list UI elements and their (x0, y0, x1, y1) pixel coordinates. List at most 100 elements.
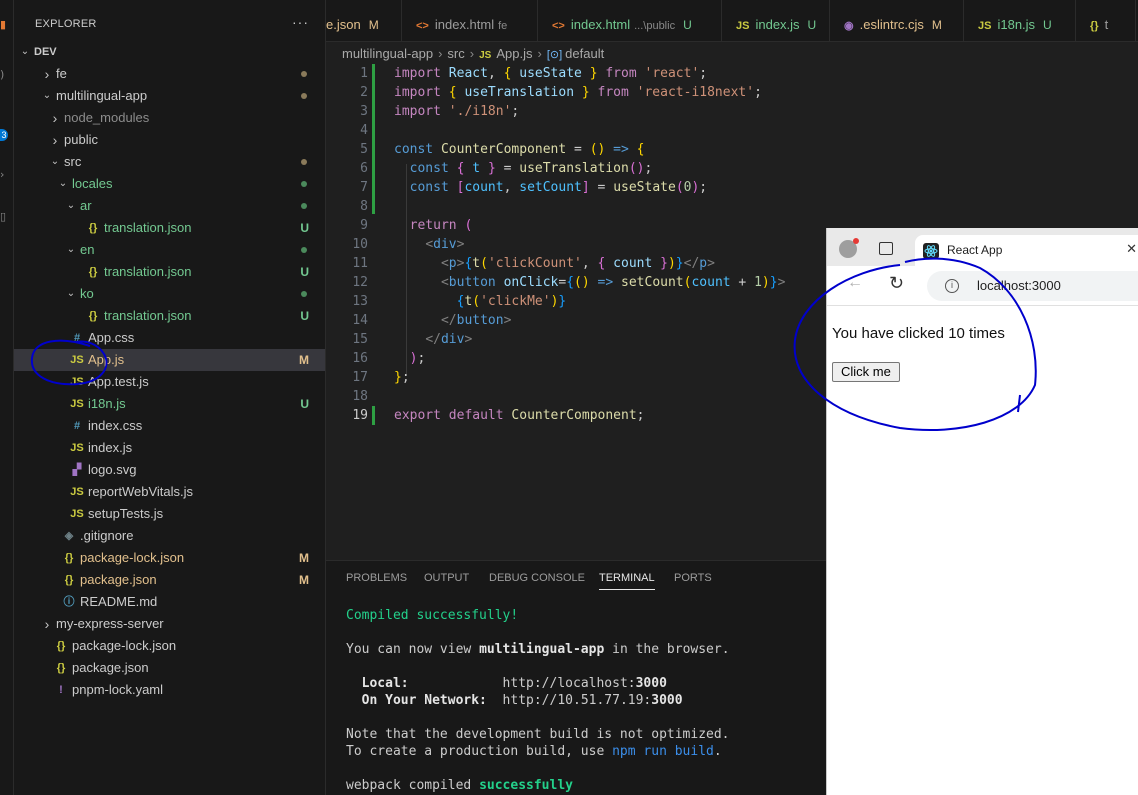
tree-file[interactable]: {} package.json M (14, 569, 325, 591)
site-info-icon[interactable]: i (945, 279, 959, 293)
react-logo-icon (923, 243, 939, 259)
tab-problems[interactable]: PROBLEMS (346, 572, 407, 590)
line-number: 14 (352, 313, 368, 328)
network-url[interactable]: http://10.51.77.19: (503, 693, 652, 708)
breadcrumb-folder[interactable]: src (447, 46, 464, 61)
tree-folder[interactable]: ⌄ multilingual-app (14, 85, 325, 107)
line-number: 17 (352, 370, 368, 385)
local-url[interactable]: http://localhost: (503, 676, 636, 691)
run-activity-icon[interactable]: › (0, 168, 8, 181)
tree-file[interactable]: JS index.js (14, 437, 325, 459)
breadcrumb-symbol[interactable]: default (565, 46, 604, 61)
tree-folder[interactable]: ⌄ DEV (14, 41, 325, 63)
tree-folder[interactable]: ⌄ locales (14, 173, 325, 195)
chevron-down-icon: ⌄ (66, 200, 76, 211)
editor-tab[interactable]: <> index.html fe (402, 0, 538, 42)
tree-file[interactable]: JS App.test.js (14, 371, 325, 393)
tree-item-label: .gitignore (80, 528, 134, 543)
eslint-file-icon: ◉ (844, 20, 854, 32)
tree-file[interactable]: # App.css (14, 327, 325, 349)
js-file-icon: JS (978, 20, 992, 32)
line-number: 19 (352, 408, 368, 423)
url-field[interactable]: i localhost:3000 (927, 271, 1138, 301)
chevron-down-icon: ⌄ (66, 244, 76, 255)
tree-folder[interactable]: › node_modules (14, 107, 325, 129)
tree-file[interactable]: JS setupTests.js (14, 503, 325, 525)
tab-debug-console[interactable]: DEBUG CONSOLE (489, 572, 585, 590)
tree-folder[interactable]: ⌄ src (14, 151, 325, 173)
tree-file[interactable]: ◈ .gitignore (14, 525, 325, 547)
screen: ▮ ) 3 › ▯ EXPLORER ··· ⌄ DEV › fe ⌄ multiling… (0, 0, 1138, 795)
tab-terminal[interactable]: TERMINAL (599, 572, 655, 590)
search-activity-icon[interactable]: ) (0, 68, 8, 81)
js-file-icon: JS (70, 508, 84, 520)
close-icon[interactable]: ✕ (1126, 241, 1137, 257)
text: . (713, 744, 722, 759)
tree-item-label: logo.svg (88, 462, 137, 477)
explorer-title: EXPLORER (35, 18, 97, 30)
gutter-added-marker (372, 406, 375, 425)
tree-file[interactable]: {} translation.json U (14, 305, 325, 327)
code-editor[interactable]: import React, { useState } from 'react';… (326, 64, 826, 559)
tree-file[interactable]: {} translation.json U (14, 217, 325, 239)
tree-file[interactable]: # index.css (14, 415, 325, 437)
code-line: <button onClick={() => setCount(count + … (440, 275, 786, 290)
tab-output[interactable]: OUTPUT (424, 572, 469, 590)
yaml-file-icon: ! (59, 684, 63, 696)
tree-item-label: App.js (88, 352, 125, 367)
chevron-down-icon: ⌄ (66, 288, 76, 299)
reload-icon[interactable]: ↻ (889, 273, 904, 294)
tree-file[interactable]: ! pnpm-lock.yaml (14, 679, 325, 701)
gutter-added-marker (372, 64, 375, 214)
extensions-activity-icon[interactable]: ▯ (0, 210, 8, 223)
editor-tab[interactable]: {} t (1076, 0, 1136, 42)
tree-item-label: my-express-server (56, 616, 164, 631)
editor-tab-label: t (1104, 17, 1109, 32)
tree-item-label: README.md (80, 594, 158, 609)
tree-folder[interactable]: › public (14, 129, 325, 151)
explorer-activity-icon[interactable]: ▮ (0, 18, 8, 31)
line-number: 7 (360, 180, 368, 195)
tree-file[interactable]: ⓘ README.md (14, 591, 325, 613)
tree-file[interactable]: JS reportWebVitals.js (14, 481, 325, 503)
tree-item-label: src (64, 154, 82, 169)
chevron-right-icon: › (52, 132, 58, 148)
tab-ports[interactable]: PORTS (674, 572, 712, 590)
git-status-badge: U (807, 18, 817, 32)
tree-folder[interactable]: ⌄ ko (14, 283, 325, 305)
tree-folder[interactable]: ⌄ en (14, 239, 325, 261)
editor-tab[interactable]: <> index.html ...\public U (538, 0, 722, 42)
tab-actions-icon[interactable] (879, 242, 893, 255)
tree-folder[interactable]: › my-express-server (14, 613, 325, 635)
editor-tab[interactable]: e.json M (326, 0, 402, 42)
tree-file[interactable]: {} package-lock.json (14, 635, 325, 657)
symbol-icon: [⊙] (546, 49, 563, 61)
tree-file[interactable]: {} package.json (14, 657, 325, 679)
tree-folder[interactable]: › fe (14, 63, 325, 85)
editor-tab-label: i18n.js (997, 17, 1036, 32)
editor-tab-label: index.js (755, 17, 800, 32)
tree-file[interactable]: {} translation.json U (14, 261, 325, 283)
tree-folder[interactable]: ⌄ ar (14, 195, 325, 217)
tree-file[interactable]: {} package-lock.json M (14, 547, 325, 569)
click-me-button[interactable]: Click me (832, 362, 900, 382)
tree-file[interactable]: ▞ logo.svg (14, 459, 325, 481)
browser-tab-react-app[interactable]: React App ✕ (915, 235, 1138, 266)
html-file-icon: <> (552, 20, 565, 32)
change-dot (301, 159, 307, 165)
scm-badge[interactable]: 3 (0, 129, 8, 141)
tree-item-label: locales (72, 176, 113, 191)
breadcrumb-folder[interactable]: multilingual-app (342, 46, 433, 61)
tree-file[interactable]: JS App.js M (14, 349, 325, 371)
tree-item-label: index.js (88, 440, 133, 455)
bottom-panel: PROBLEMS OUTPUT DEBUG CONSOLE TERMINAL P… (326, 560, 826, 795)
breadcrumb-file[interactable]: App.js (496, 46, 532, 61)
editor-tab[interactable]: JS i18n.js U (964, 0, 1076, 42)
line-number: 13 (352, 294, 368, 309)
tree-file[interactable]: JS i18n.js U (14, 393, 325, 415)
more-actions-icon[interactable]: ··· (292, 14, 309, 30)
editor-tab[interactable]: JS index.js U (722, 0, 830, 42)
text: webpack compiled (346, 778, 480, 793)
back-icon[interactable]: ← (847, 274, 863, 292)
editor-tab[interactable]: ◉ .eslintrc.cjs M (830, 0, 964, 42)
